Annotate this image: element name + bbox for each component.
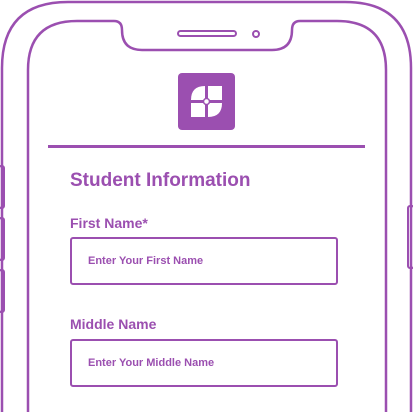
- speaker-grille-icon: [177, 30, 237, 37]
- section-title: Student Information: [70, 170, 251, 191]
- phone-screen: Student Information First Name* Middle N…: [0, 0, 413, 412]
- app-logo-icon: [191, 86, 222, 117]
- middle-name-input[interactable]: [70, 339, 338, 387]
- first-name-label: First Name*: [70, 215, 148, 231]
- middle-name-label: Middle Name: [70, 316, 157, 332]
- front-camera-icon: [252, 30, 260, 38]
- app-logo: [178, 73, 235, 130]
- header-divider: [48, 145, 365, 148]
- first-name-input[interactable]: [70, 237, 338, 285]
